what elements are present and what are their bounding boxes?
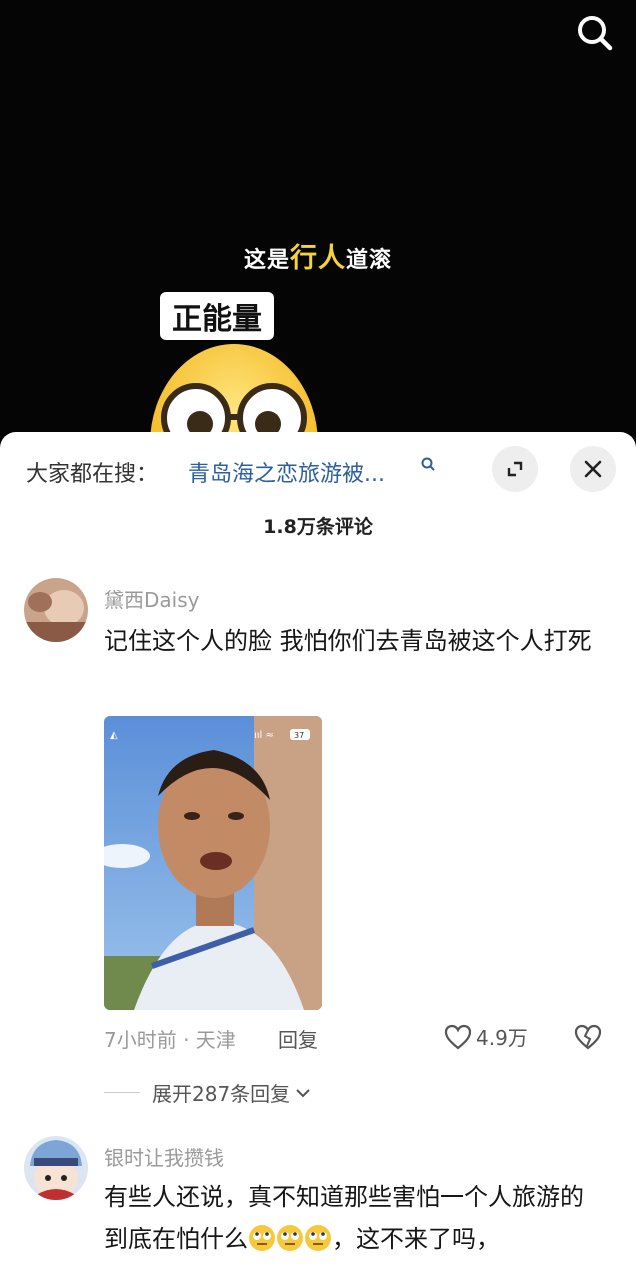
chevron-down-icon	[296, 1088, 310, 1097]
expand-replies-button[interactable]: 展开287条回复	[104, 1078, 312, 1107]
close-button[interactable]	[570, 446, 616, 492]
search-icon	[578, 16, 613, 51]
svg-text:ııl ≈: ııl ≈	[254, 730, 274, 741]
expand-icon	[507, 461, 523, 477]
comment-sheet: 大家都在搜： 青岛海之恋旅游被... 1.8万条评论 黛西Daisy 记住这个人…	[0, 432, 636, 1280]
video-tag-badge: 正能量	[160, 292, 274, 340]
video-caption: 这是行人道滚	[243, 243, 393, 274]
avatar[interactable]	[24, 578, 88, 642]
rolling-eyes-emoji-icon	[249, 1225, 275, 1251]
photo-battery-level: 37	[294, 731, 304, 740]
comment-text: 有些人还说，真不知道那些害怕一个人旅游的到底在怕什么 ，这不来了吗，	[104, 1183, 584, 1253]
rolling-eyes-emoji-icon	[305, 1225, 331, 1251]
reply-button[interactable]: 回复	[278, 1024, 318, 1053]
sheet-header: 大家都在搜： 青岛海之恋旅游被...	[0, 432, 636, 510]
comment-username[interactable]: 黛西Daisy	[104, 584, 199, 613]
svg-text:◭: ◭	[110, 730, 118, 741]
broken-heart-icon	[574, 1024, 602, 1050]
expand-replies-label: 展开287条回复	[152, 1082, 291, 1106]
hot-search-query-link[interactable]: 青岛海之恋旅游被...	[188, 456, 385, 488]
avatar[interactable]	[24, 1136, 88, 1200]
comment-text: 记住这个人的脸 我怕你们去青岛被这个人打死	[104, 627, 592, 655]
comment-username[interactable]: 银时让我攒钱	[104, 1142, 224, 1171]
close-icon	[584, 460, 602, 478]
expand-button[interactable]	[492, 446, 538, 492]
dislike-button[interactable]	[574, 1024, 602, 1054]
like-count: 4.9万	[476, 1026, 528, 1050]
small-search-icon	[421, 457, 435, 471]
comment-image[interactable]: ııl ≈ 37 ◭	[104, 716, 322, 1010]
like-button[interactable]: 4.9万	[444, 1022, 528, 1051]
comment-time-location: 7小时前 · 天津	[104, 1028, 236, 1052]
heart-icon	[444, 1024, 472, 1049]
search-button[interactable]	[572, 10, 618, 56]
rolling-eyes-emoji-icon	[277, 1225, 303, 1251]
video-player[interactable]: 这是行人道滚 正能量	[0, 0, 636, 460]
comment-count: 1.8万条评论	[263, 516, 373, 538]
divider-line	[104, 1092, 140, 1093]
hot-search-label: 大家都在搜：	[26, 462, 159, 487]
